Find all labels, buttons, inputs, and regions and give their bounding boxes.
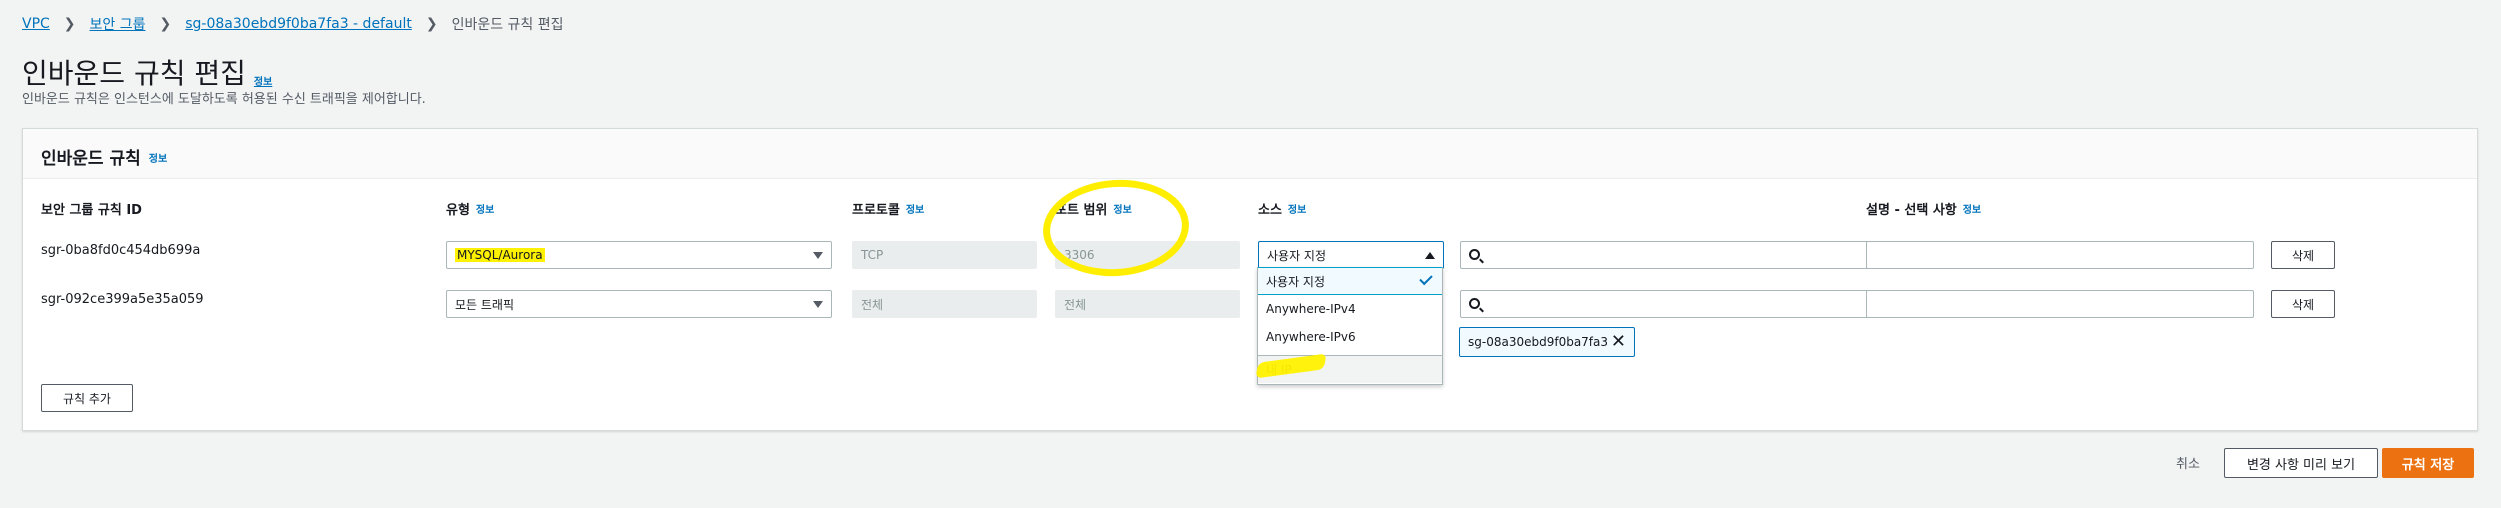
search-icon: [1469, 249, 1480, 260]
source-token: sg-08a30ebd9f0ba7fa3 ✕: [1459, 327, 1635, 357]
panel-title: 인바운드 규칙: [41, 149, 141, 169]
option-label: Anywhere-IPv6: [1266, 330, 1356, 344]
col-label: 보안 그룹 규칙 ID: [41, 203, 142, 218]
inbound-rules-panel: 인바운드 규칙 정보 보안 그룹 규칙 ID 유형 정보 프로토콜 정보 포트 …: [22, 128, 2478, 431]
info-link[interactable]: 정보: [1963, 201, 1981, 216]
chevron-right-icon: ❯: [63, 16, 76, 32]
info-link[interactable]: 정보: [476, 201, 494, 216]
source-type-select[interactable]: 사용자 지정: [1258, 241, 1444, 269]
breadcrumb-security-groups[interactable]: 보안 그룹: [90, 14, 146, 34]
caret-down-icon: [813, 252, 823, 259]
breadcrumb-vpc[interactable]: VPC: [22, 16, 50, 32]
caret-up-icon: [1425, 252, 1435, 259]
col-label: 유형: [446, 203, 470, 218]
col-label: 설명 - 선택 사항: [1866, 203, 1957, 218]
description-input[interactable]: [1866, 290, 2254, 318]
chevron-right-icon: ❯: [159, 16, 172, 32]
col-label: 프로토콜: [852, 203, 900, 218]
add-rule-button[interactable]: 규칙 추가: [41, 384, 133, 412]
info-link[interactable]: 정보: [1288, 201, 1306, 216]
protocol-field: TCP: [852, 241, 1037, 269]
info-link[interactable]: 정보: [906, 201, 924, 216]
option-label: 사용자 지정: [1266, 274, 1326, 289]
type-select[interactable]: MYSQL/Aurora: [446, 241, 832, 269]
breadcrumb: VPC ❯ 보안 그룹 ❯ sg-08a30ebd9f0ba7fa3 - def…: [22, 14, 564, 34]
delete-button[interactable]: 삭제: [2271, 241, 2335, 269]
dropdown-option-anywhere-ipv4[interactable]: Anywhere-IPv4: [1258, 295, 1442, 323]
col-header-rule-id: 보안 그룹 규칙 ID: [41, 199, 142, 218]
option-label: Anywhere-IPv4: [1266, 302, 1356, 316]
col-header-description: 설명 - 선택 사항 정보: [1866, 199, 1981, 218]
delete-button[interactable]: 삭제: [2271, 290, 2335, 318]
rule-id: sgr-0ba8fd0c454db699a: [41, 243, 201, 258]
type-select[interactable]: 모든 트래픽: [446, 290, 832, 318]
col-label: 소스: [1258, 203, 1282, 218]
port-range-field: 전체: [1055, 290, 1240, 318]
breadcrumb-current: 인바운드 규칙 편집: [451, 17, 564, 33]
description-input[interactable]: [1866, 241, 2254, 269]
chevron-right-icon: ❯: [425, 16, 438, 32]
breadcrumb-security-group[interactable]: sg-08a30ebd9f0ba7fa3 - default: [185, 16, 412, 32]
caret-down-icon: [813, 301, 823, 308]
search-icon: [1469, 298, 1480, 309]
dropdown-option-anywhere-ipv6[interactable]: Anywhere-IPv6: [1258, 323, 1442, 351]
col-header-type: 유형 정보: [446, 199, 494, 218]
close-icon[interactable]: ✕: [1611, 333, 1626, 351]
col-header-source: 소스 정보: [1258, 199, 1306, 218]
page-description: 인바운드 규칙은 인스턴스에 도달하도록 허용된 수신 트래픽을 제어합니다.: [22, 92, 426, 107]
panel-info-link[interactable]: 정보: [149, 150, 167, 165]
page-info-link[interactable]: 정보: [254, 73, 272, 88]
panel-header: 인바운드 규칙 정보: [23, 129, 2477, 179]
page-title: 인바운드 규칙 편집: [22, 57, 246, 90]
save-rules-button[interactable]: 규칙 저장: [2382, 448, 2474, 478]
source-search-input[interactable]: [1460, 241, 1869, 269]
source-token-label: sg-08a30ebd9f0ba7fa3: [1468, 335, 1609, 349]
dropdown-option-custom[interactable]: 사용자 지정: [1258, 267, 1442, 295]
preview-changes-button[interactable]: 변경 사항 미리 보기: [2224, 448, 2378, 478]
source-type-value: 사용자 지정: [1267, 248, 1327, 263]
protocol-field: 전체: [852, 290, 1037, 318]
source-search-input[interactable]: [1460, 290, 1869, 318]
page-header: 인바운드 규칙 편집 정보: [22, 52, 272, 92]
col-header-protocol: 프로토콜 정보: [852, 199, 924, 218]
type-select-value: 모든 트래픽: [455, 297, 515, 312]
checkmark-icon: [1419, 271, 1433, 286]
rule-id: sgr-092ce399a5e35a059: [41, 292, 204, 307]
type-select-value: MYSQL/Aurora: [455, 248, 545, 262]
cancel-button[interactable]: 취소: [2160, 447, 2216, 477]
